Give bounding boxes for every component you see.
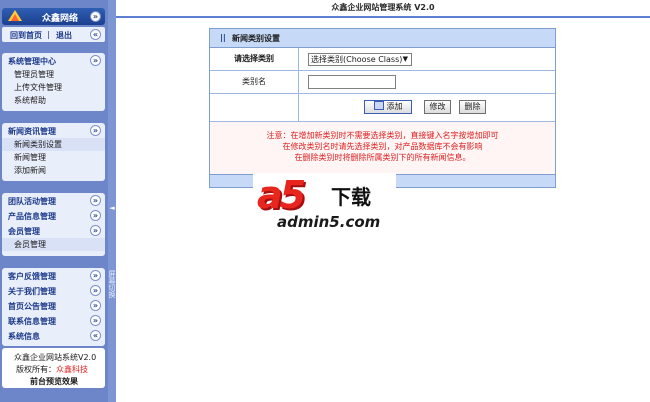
expand-icon[interactable]: » [90,270,101,281]
menu-item-news-manage[interactable]: 新闻管理 [2,151,105,164]
company-name: 众鑫科技 [56,365,88,374]
system-info: 众鑫企业网站系统V2.0 版权所有：众鑫科技 前台预览效果 [2,348,105,388]
expand-icon[interactable]: » [90,55,101,66]
home-link[interactable]: 回到首页 [10,30,42,41]
menu-item-news-category[interactable]: 新闻类别设置 [2,138,105,151]
brand-logo-icon [8,10,22,21]
sidebar: 众鑫网络 » 回到首页 | 退出 « 系统管理中心 » 管理员管理 上传文件管理… [0,0,108,402]
menu-group-header[interactable]: 系统管理中心 » [2,53,105,68]
notice-line: 在删除类别时将删除所属类别下的所有新闻信息。 [294,153,471,162]
menu-item-upload[interactable]: 上传文件管理 [2,81,105,94]
select-row: 请选择类别 选择类别(Choose Class) ▼ [210,48,555,71]
notice-line: 在修改类别名时请先选择类别，对产品数据库不会有影响 [282,142,483,151]
menu-group-system: 系统管理中心 » 管理员管理 上传文件管理 系统帮助 [2,53,105,111]
notice-box: 注意：在增加新类别时不需要选择类别，直接键入名字按增加即可 在修改类别名时请先选… [210,122,555,175]
screen-switch-bar[interactable]: ◄ 屏幕切换 [108,0,116,402]
menu-group-announcement[interactable]: 首页公告管理 » [2,298,105,313]
button-row-label [210,94,299,121]
menu-group-member[interactable]: 会员管理 » [2,223,105,238]
edit-button[interactable]: 修改 [424,100,451,114]
watermark-logo: a5 下载 admin5.com [253,173,396,233]
menu-item-help[interactable]: 系统帮助 [2,94,105,107]
collapse-icon[interactable]: « [90,330,101,341]
name-row: 类别名 [210,71,555,94]
toggle-sidebar-icon[interactable]: « [90,29,101,40]
menu-item-member-manage[interactable]: 会员管理 [2,238,105,251]
category-name-input[interactable] [308,75,396,89]
expand-icon[interactable]: » [90,225,101,236]
header-bars-icon: || [220,33,226,42]
brand-title: 众鑫网络 [42,14,79,24]
preview-link[interactable]: 前台预览效果 [30,376,78,387]
logout-link[interactable]: 退出 [56,30,72,41]
expand-icon[interactable]: » [90,300,101,311]
select-label: 请选择类别 [210,48,299,70]
expand-icon[interactable]: » [90,195,101,206]
expand-icon[interactable]: » [90,315,101,326]
dropdown-arrow-icon[interactable]: ▼ [403,54,408,65]
menu-group-product[interactable]: 产品信息管理 » [2,208,105,223]
menu-group-news: 新闻资讯管理 » 新闻类别设置 新闻管理 添加新闻 [2,123,105,181]
screen-switch-label: 屏幕切换 [108,270,116,298]
menu-group-header[interactable]: 新闻资讯管理 » [2,123,105,138]
menu-group-block-b: 客户反馈管理 » 关于我们管理 » 首页公告管理 » 联系信息管理 » 系统信息… [2,268,105,346]
watermark-a5: a5 [257,173,306,217]
expand-icon[interactable]: » [90,125,101,136]
menu-item-news-add[interactable]: 添加新闻 [2,164,105,177]
news-category-form: || 新闻类别设置 请选择类别 选择类别(Choose Class) ▼ 类别名… [209,28,556,188]
form-header: || 新闻类别设置 [210,29,555,48]
watermark-download: 下载 [331,185,371,209]
button-row: 添加 修改 删除 [210,94,555,122]
add-button[interactable]: 添加 [364,100,412,114]
category-select[interactable]: 选择类别(Choose Class) ▼ [308,53,412,66]
page-title: 众鑫企业网站管理系统 V2.0 [116,0,650,16]
add-icon [373,101,384,110]
form-title: 新闻类别设置 [232,34,280,43]
copyright: 版权所有：众鑫科技 [16,365,88,374]
delete-button[interactable]: 删除 [459,100,486,114]
header-divider [116,16,650,18]
collapse-arrow-icon[interactable]: ◄ [109,204,115,212]
system-version: 众鑫企业网站系统V2.0 [14,353,97,362]
menu-item-admin[interactable]: 管理员管理 [2,68,105,81]
menu-group-feedback[interactable]: 客户反馈管理 » [2,268,105,283]
menu-group-about[interactable]: 关于我们管理 » [2,283,105,298]
menu-group-sysinfo[interactable]: 系统信息 « [2,328,105,343]
menu-group-team[interactable]: 团队活动管理 » [2,193,105,208]
expand-icon[interactable]: » [90,210,101,221]
notice-line: 注意：在增加新类别时不需要选择类别，直接键入名字按增加即可 [266,131,499,140]
menu-group-block-a: 团队活动管理 » 产品信息管理 » 会员管理 » 会员管理 [2,193,105,256]
collapse-all-icon[interactable]: » [90,11,101,22]
watermark-domain: admin5.com [277,213,381,231]
name-label: 类别名 [210,71,299,93]
menu-group-contact[interactable]: 联系信息管理 » [2,313,105,328]
link-separator: | [47,30,50,39]
brand-bar: 众鑫网络 » [2,8,105,25]
quick-links: 回到首页 | 退出 « [2,27,105,42]
expand-icon[interactable]: » [90,285,101,296]
